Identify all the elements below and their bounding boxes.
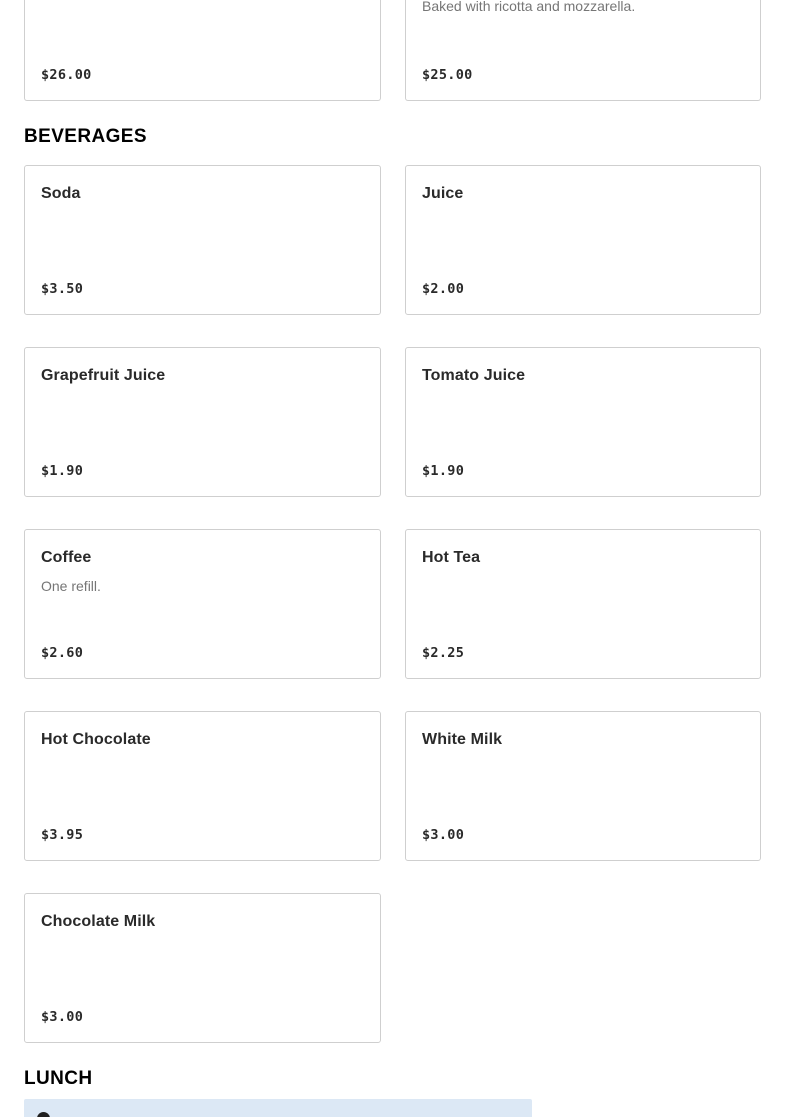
item-name: Tomato Juice — [422, 367, 526, 384]
menu-item-card[interactable]: White Milk $3.00 — [405, 711, 761, 861]
menu-item-card[interactable]: Baked with ricotta and mozzarella. $25.0… — [405, 0, 761, 101]
menu-item-card[interactable]: $26.00 — [24, 0, 381, 101]
item-price: $3.00 — [422, 827, 465, 843]
menu-item-card[interactable]: Soda $3.50 — [24, 165, 381, 315]
item-price: $3.00 — [41, 1009, 84, 1025]
menu-item-card[interactable]: Tomato Juice $1.90 — [405, 347, 761, 497]
item-price: $2.00 — [422, 281, 465, 297]
item-name: Hot Tea — [422, 549, 481, 566]
item-name: White Milk — [422, 731, 503, 748]
item-price: $3.50 — [41, 281, 84, 297]
item-price: $26.00 — [41, 67, 92, 83]
menu-item-card[interactable]: Grapefruit Juice $1.90 — [24, 347, 381, 497]
menu-item-card[interactable]: Coffee One refill. $2.60 — [24, 529, 381, 679]
item-price: $1.90 — [422, 463, 465, 479]
item-name: Chocolate Milk — [41, 913, 156, 930]
item-name: Hot Chocolate — [41, 731, 151, 748]
menu-item-card[interactable]: Juice $2.00 — [405, 165, 761, 315]
item-price: $25.00 — [422, 67, 473, 83]
menu-item-card[interactable]: Hot Chocolate $3.95 — [24, 711, 381, 861]
menu-page: $26.00 Baked with ricotta and mozzarella… — [0, 0, 785, 1117]
item-price: $3.95 — [41, 827, 84, 843]
item-price: $2.25 — [422, 645, 465, 661]
item-price: $1.90 — [41, 463, 84, 479]
item-description: Baked with ricotta and mozzarella. — [422, 0, 636, 14]
lunch-info-banner — [24, 1099, 532, 1117]
item-description: One refill. — [41, 578, 101, 594]
info-icon — [37, 1112, 50, 1117]
item-name: Grapefruit Juice — [41, 367, 166, 384]
menu-item-card[interactable]: Chocolate Milk $3.00 — [24, 893, 381, 1043]
item-name: Soda — [41, 185, 81, 202]
item-price: $2.60 — [41, 645, 84, 661]
section-title-lunch: LUNCH — [24, 1068, 93, 1089]
section-title-beverages: BEVERAGES — [24, 126, 147, 147]
menu-item-card[interactable]: Hot Tea $2.25 — [405, 529, 761, 679]
item-name: Juice — [422, 185, 464, 202]
item-name: Coffee — [41, 549, 92, 566]
